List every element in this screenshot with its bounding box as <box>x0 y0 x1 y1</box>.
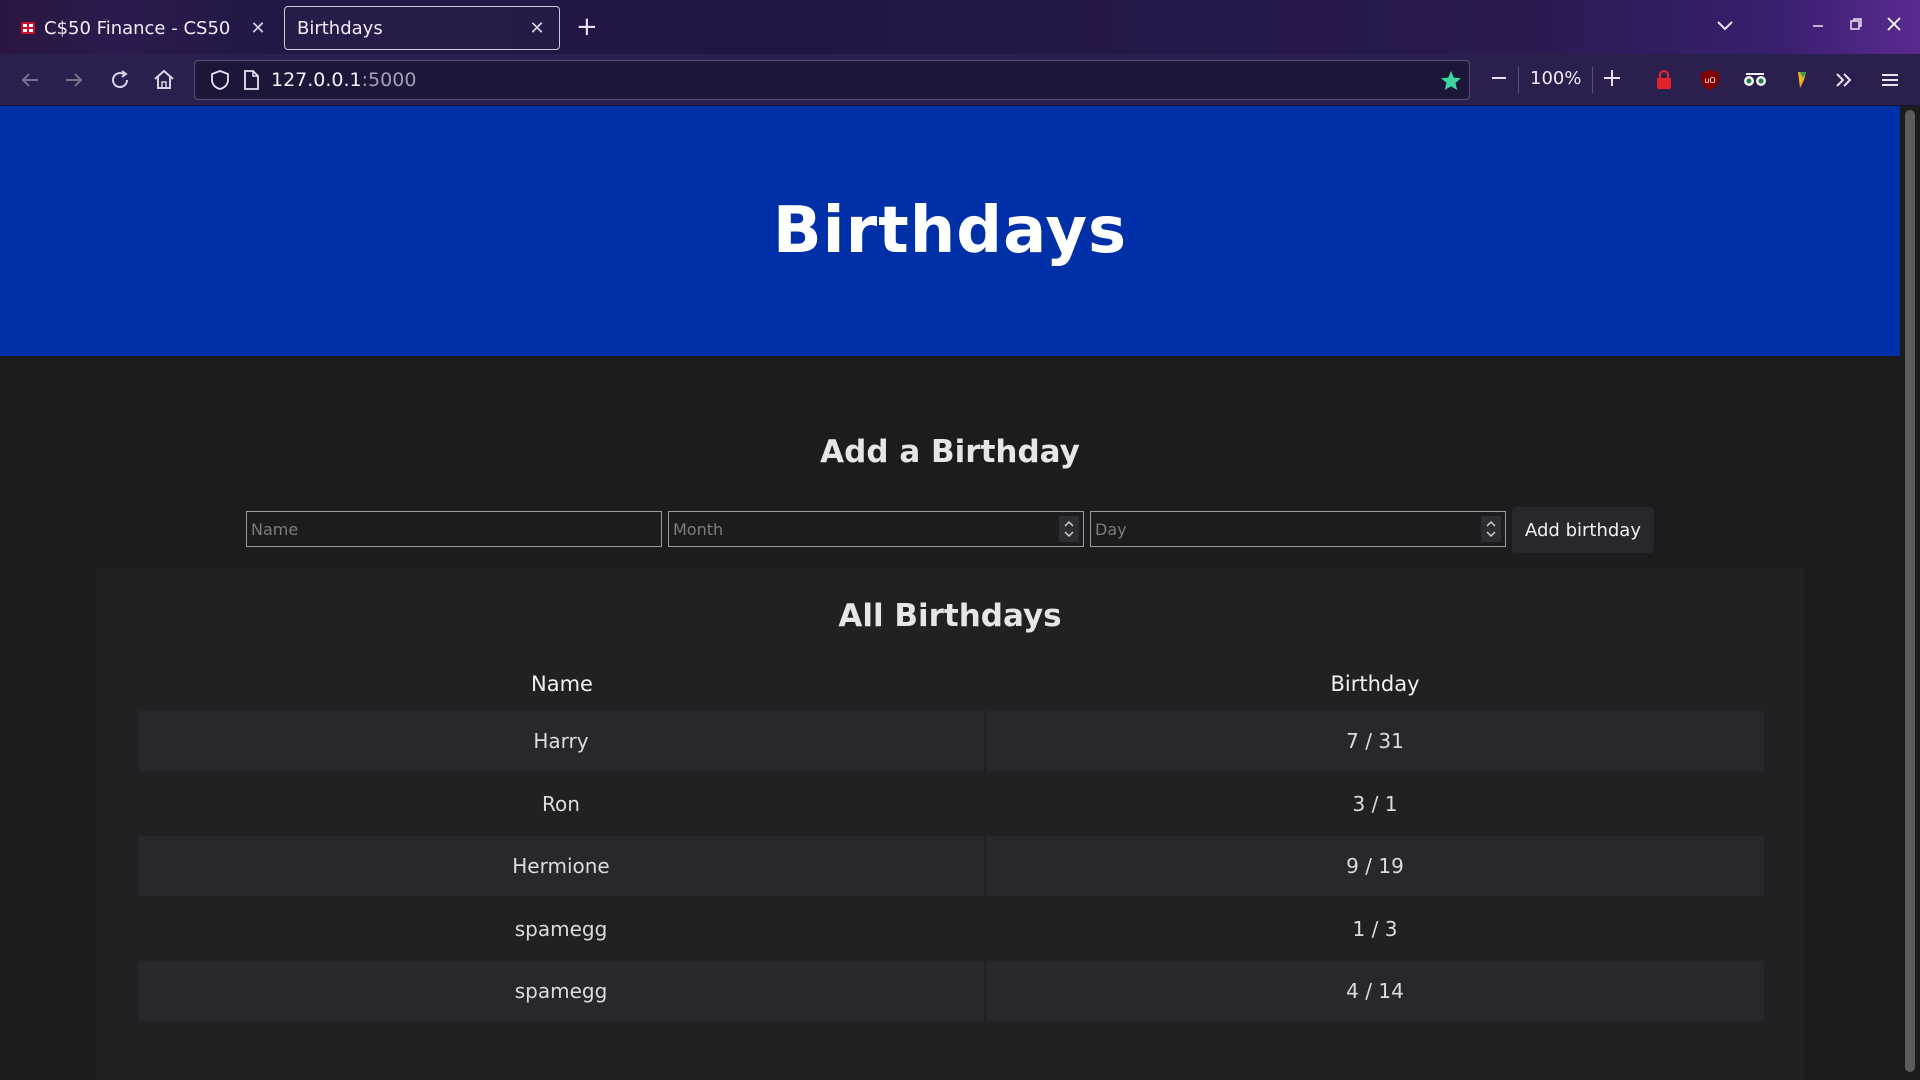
chevron-down-icon[interactable] <box>1714 14 1736 40</box>
name-input[interactable]: Name <box>246 511 662 547</box>
navigation-toolbar: 127.0.0.1:5000 100% uO <box>0 54 1920 106</box>
cell-birthday: 4 / 14 <box>986 961 1764 1022</box>
url-port: :5000 <box>361 69 417 91</box>
day-placeholder: Day <box>1095 520 1127 539</box>
url-host: 127.0.0.1 <box>271 69 362 91</box>
close-icon[interactable]: ✕ <box>248 18 268 39</box>
cell-name: Ron <box>138 773 986 834</box>
svg-text:uO: uO <box>1704 76 1715 85</box>
new-tab-button[interactable]: + <box>576 12 598 42</box>
home-icon[interactable] <box>152 68 176 92</box>
cs50-favicon-icon <box>20 20 36 36</box>
all-birthdays-heading: All Birthdays <box>838 598 1062 634</box>
cell-name: Harry <box>138 711 986 772</box>
cell-birthday: 9 / 19 <box>986 836 1764 897</box>
scrollbar-thumb[interactable] <box>1905 110 1915 1072</box>
name-placeholder: Name <box>251 520 299 539</box>
lock-extension-icon[interactable] <box>1652 68 1676 92</box>
zoom-level[interactable]: 100% <box>1530 68 1581 89</box>
zoom-out-button[interactable] <box>1490 66 1508 94</box>
table-row: Hermione 9 / 19 <box>138 835 1764 898</box>
shield-icon[interactable] <box>209 69 231 95</box>
cell-birthday: 7 / 31 <box>986 711 1764 772</box>
page-icon[interactable] <box>241 69 261 95</box>
ublock-origin-icon[interactable]: uO <box>1698 68 1722 92</box>
day-stepper[interactable] <box>1481 516 1501 542</box>
zoom-divider <box>1518 67 1519 93</box>
column-header-birthday: Birthday <box>1330 672 1420 696</box>
cell-birthday: 3 / 1 <box>1352 791 1398 816</box>
overflow-chevrons-icon[interactable] <box>1832 68 1856 92</box>
day-input[interactable]: Day <box>1090 511 1506 547</box>
page-title: Birthdays <box>772 194 1128 268</box>
tab-bar: C$50 Finance - CS50 ✕ Birthdays ✕ + <box>0 0 1920 54</box>
reload-icon[interactable] <box>108 68 132 92</box>
table-row: spamegg 4 / 14 <box>138 960 1764 1023</box>
month-stepper[interactable] <box>1059 516 1079 542</box>
column-header-name: Name <box>531 672 593 696</box>
minimize-icon[interactable] <box>1808 14 1828 38</box>
cell-name: spamegg <box>138 898 986 959</box>
restore-icon[interactable] <box>1846 14 1866 38</box>
tab-cs50-finance[interactable]: C$50 Finance - CS50 ✕ <box>8 6 280 50</box>
colorful-extension-icon[interactable] <box>1790 68 1814 92</box>
cell-birthday: 1 / 3 <box>1352 916 1398 941</box>
close-icon[interactable]: ✕ <box>527 18 547 39</box>
add-birthday-heading: Add a Birthday <box>820 434 1080 470</box>
url-text[interactable]: 127.0.0.1:5000 <box>271 69 416 91</box>
add-birthday-button[interactable]: Add birthday <box>1512 507 1654 553</box>
hero-banner: Birthdays <box>0 106 1900 356</box>
bookmark-star-icon[interactable] <box>1439 69 1463 97</box>
table-row: Harry 7 / 31 <box>138 710 1764 773</box>
hamburger-menu-icon[interactable] <box>1878 68 1902 92</box>
table-row: spamegg 1 / 3 <box>138 898 1764 961</box>
cell-name: Hermione <box>138 836 986 897</box>
cell-name: spamegg <box>138 961 986 1022</box>
zoom-in-button[interactable] <box>1602 66 1622 94</box>
vertical-scrollbar[interactable] <box>1900 106 1920 1080</box>
tab-title: Birthdays <box>297 17 383 39</box>
spectacles-extension-icon[interactable] <box>1742 68 1766 92</box>
back-arrow-icon[interactable] <box>18 68 42 92</box>
page-content: Birthdays Add a Birthday Name Month Day … <box>0 106 1900 1080</box>
zoom-divider <box>1592 67 1593 93</box>
month-placeholder: Month <box>673 520 724 539</box>
url-bar[interactable]: 127.0.0.1:5000 <box>194 60 1470 100</box>
tab-birthdays[interactable]: Birthdays ✕ <box>284 6 560 50</box>
month-input[interactable]: Month <box>668 511 1084 547</box>
table-row: Ron 3 / 1 <box>138 773 1764 836</box>
table-header: Name Birthday <box>138 658 1764 710</box>
birthdays-table: Name Birthday Harry 7 / 31 Ron 3 / 1 Her… <box>138 658 1764 1023</box>
window-close-icon[interactable] <box>1884 14 1904 38</box>
tab-title: C$50 Finance - CS50 <box>44 17 231 39</box>
forward-arrow-icon[interactable] <box>62 68 86 92</box>
